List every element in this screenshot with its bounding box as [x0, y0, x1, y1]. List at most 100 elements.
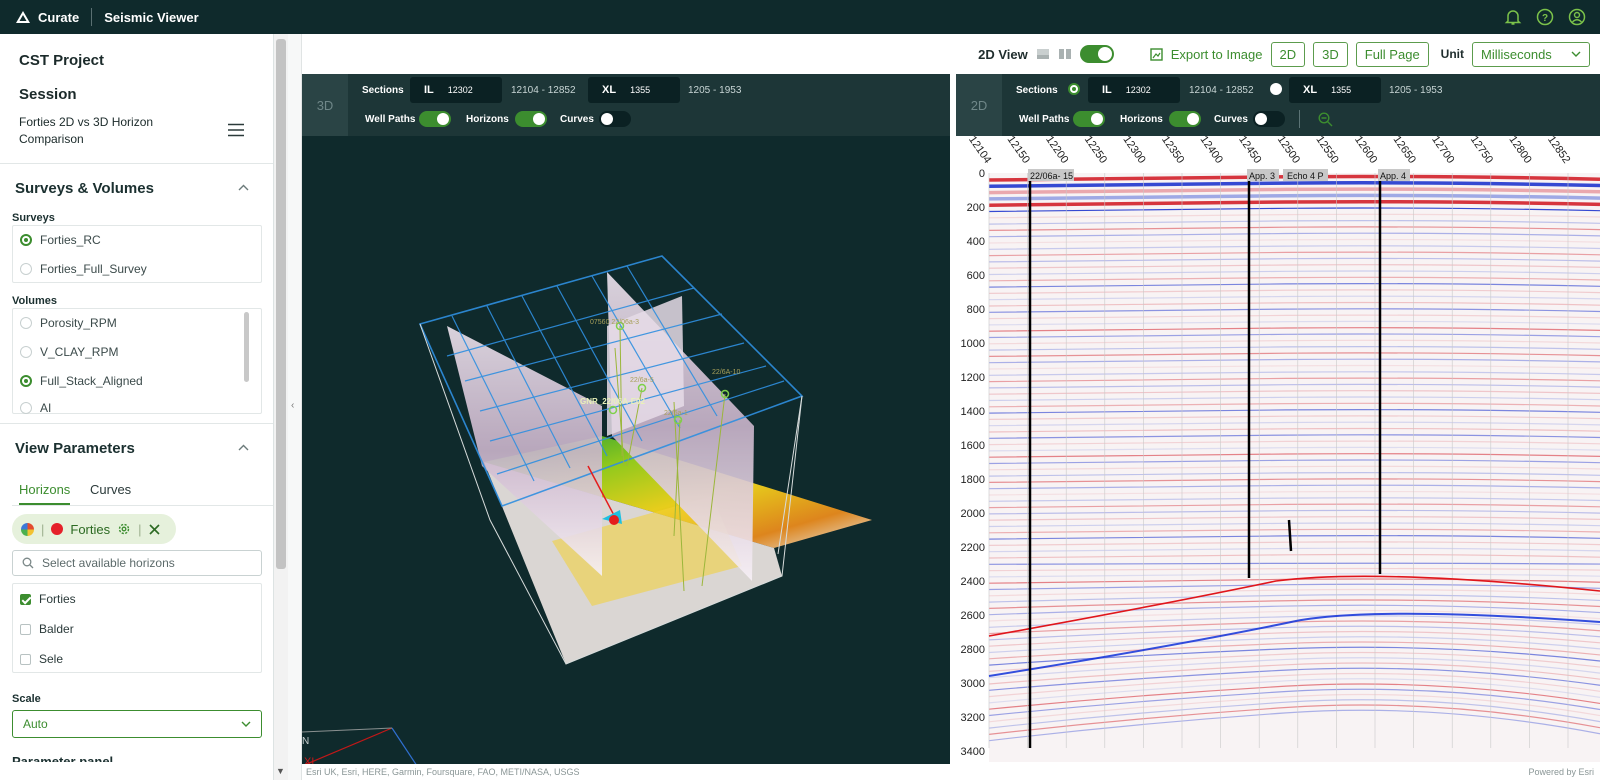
checkbox-checked-icon — [20, 593, 31, 605]
horizon-search-input[interactable]: Select available horizons — [12, 550, 262, 576]
well-label: 22/6a-1 — [664, 410, 688, 417]
scale-select[interactable]: Auto — [12, 710, 262, 738]
il-input[interactable]: IL 12302 — [1088, 77, 1180, 103]
view-2d-button[interactable]: 2D — [1270, 41, 1306, 67]
survey-option[interactable]: Forties_Full_Survey — [20, 262, 147, 276]
y-tick-label: 1800 — [961, 474, 985, 486]
horizon-checkbox[interactable]: Sele — [20, 652, 63, 666]
volumes-label: Volumes — [12, 295, 58, 307]
curves-label: Curves — [560, 114, 594, 125]
curves-toggle[interactable] — [1253, 111, 1285, 127]
xl-radio[interactable] — [1270, 83, 1282, 95]
x-tick-label: 12450 — [1236, 136, 1263, 166]
horizon-checkbox[interactable]: Balder — [20, 622, 74, 636]
horizon-chip[interactable]: | Forties | — [12, 514, 176, 544]
hamburger-menu-icon[interactable] — [228, 123, 244, 137]
split-view-icon[interactable] — [1058, 48, 1072, 60]
session-heading: Session — [19, 86, 77, 103]
xl-input[interactable]: XL 1355 — [1289, 77, 1381, 103]
surveys-volumes-heading[interactable]: Surveys & Volumes — [15, 180, 154, 197]
well-label: 07560 22/06a-3 — [590, 319, 639, 326]
horizon-label: Balder — [39, 622, 74, 636]
il-value: 12302 — [447, 85, 473, 95]
x-tick-label: 12800 — [1506, 136, 1533, 166]
tab-horizons[interactable]: Horizons — [19, 482, 71, 505]
brand-logo[interactable]: Curate — [16, 10, 79, 25]
divider — [91, 8, 93, 26]
volumes-scrollbar[interactable] — [244, 312, 249, 382]
chip-separator: | — [138, 521, 142, 537]
axis-xl-label: XL — [304, 756, 317, 764]
sections-label: Sections — [362, 85, 404, 96]
x-tick-label: 12200 — [1043, 136, 1070, 166]
y-tick-label: 400 — [967, 236, 985, 248]
unit-select[interactable]: Milliseconds — [1472, 41, 1590, 67]
tab-curves[interactable]: Curves — [90, 482, 131, 497]
well-tag[interactable]: App. 4 — [1380, 171, 1406, 181]
volume-option[interactable]: V_CLAY_RPM — [20, 345, 118, 359]
help-icon[interactable]: ? — [1536, 8, 1554, 26]
view-parameters-heading[interactable]: View Parameters — [15, 440, 135, 457]
chip-separator: | — [41, 521, 45, 537]
y-tick-label: 1200 — [961, 372, 985, 384]
survey-option[interactable]: Forties_RC — [20, 233, 101, 247]
survey-label: Forties_RC — [40, 233, 101, 247]
panel-3d-header: 3D Sections IL 12302 12104 - 12852 XL 1355… — [302, 74, 950, 136]
scale-value: Auto — [23, 717, 48, 731]
survey-label: Forties_Full_Survey — [40, 262, 147, 276]
y-tick-label: 2400 — [961, 576, 985, 588]
curves-toggle[interactable] — [599, 111, 631, 127]
close-icon[interactable] — [148, 523, 160, 535]
collapse-arrow-icon[interactable]: ‹ — [291, 400, 294, 411]
well-tag[interactable]: 22/06a- 15 — [1030, 171, 1073, 181]
well-paths-toggle[interactable] — [1073, 111, 1105, 127]
volume-option[interactable]: Porosity_RPM — [20, 316, 117, 330]
xl-input[interactable]: XL 1355 — [588, 77, 680, 103]
gear-icon[interactable] — [117, 522, 131, 536]
horizons-toggle[interactable] — [1169, 111, 1201, 127]
volume-option[interactable]: AI — [20, 402, 51, 414]
horizons-toggle[interactable] — [515, 111, 547, 127]
horizons-label: Horizons — [1120, 114, 1163, 125]
x-tick-label: 12600 — [1352, 136, 1379, 166]
y-tick-label: 0 — [979, 168, 985, 180]
single-view-icon[interactable] — [1036, 48, 1050, 60]
collapse-gutter[interactable]: ‹ — [288, 34, 302, 780]
well-tag[interactable]: App. 3 — [1249, 171, 1275, 181]
scene-3d[interactable]: GNR_22/06A-E02 07560 22/06a-3 22/6a-5 22… — [302, 136, 950, 764]
chip-label: Forties — [70, 521, 111, 537]
sidebar-scrollbar[interactable]: ▼ — [274, 34, 288, 780]
user-icon[interactable] — [1568, 8, 1586, 26]
view-toggle[interactable] — [1079, 45, 1114, 63]
x-tick-label: 12650 — [1391, 136, 1418, 166]
export-image-button[interactable]: Export to Image — [1171, 47, 1263, 62]
horizon-checkbox[interactable]: Forties — [20, 592, 76, 606]
view-3d-button[interactable]: 3D — [1313, 41, 1348, 67]
y-tick-label: 2600 — [961, 610, 985, 622]
x-tick-label: 12750 — [1468, 136, 1495, 166]
il-radio[interactable] — [1068, 83, 1080, 95]
full-page-button[interactable]: Full Page — [1355, 41, 1429, 67]
horizon-color-dot[interactable] — [51, 523, 64, 535]
divider — [1299, 110, 1300, 128]
scrollbar-thumb[interactable] — [276, 39, 286, 569]
search-placeholder: Select available horizons — [42, 556, 175, 570]
x-tick-label: 12852 — [1545, 136, 1572, 166]
bell-icon[interactable] — [1504, 8, 1522, 26]
scroll-down-icon[interactable]: ▼ — [276, 766, 285, 776]
chevron-up-icon[interactable] — [238, 184, 249, 191]
well-paths-toggle[interactable] — [419, 111, 451, 127]
y-tick-label: 2800 — [961, 644, 985, 656]
volume-option[interactable]: Full_Stack_Aligned — [20, 374, 143, 388]
y-tick-label: 2000 — [961, 508, 985, 520]
x-tick-label: 12150 — [1005, 136, 1032, 166]
top-bar: Curate Seismic Viewer ? — [0, 0, 1600, 34]
volume-label: Full_Stack_Aligned — [40, 374, 143, 388]
il-input[interactable]: IL 12302 — [410, 77, 502, 103]
seismic-section-2d[interactable]: 12104 12150 12200 12250 12300 12350 12400 12450… — [956, 136, 1600, 762]
image-icon[interactable] — [1150, 47, 1163, 61]
zoom-out-icon[interactable] — [1318, 112, 1333, 127]
well-tag[interactable]: Echo 4 P — [1287, 171, 1324, 181]
xl-value: 1355 — [630, 85, 651, 95]
chevron-up-icon[interactable] — [238, 444, 249, 451]
